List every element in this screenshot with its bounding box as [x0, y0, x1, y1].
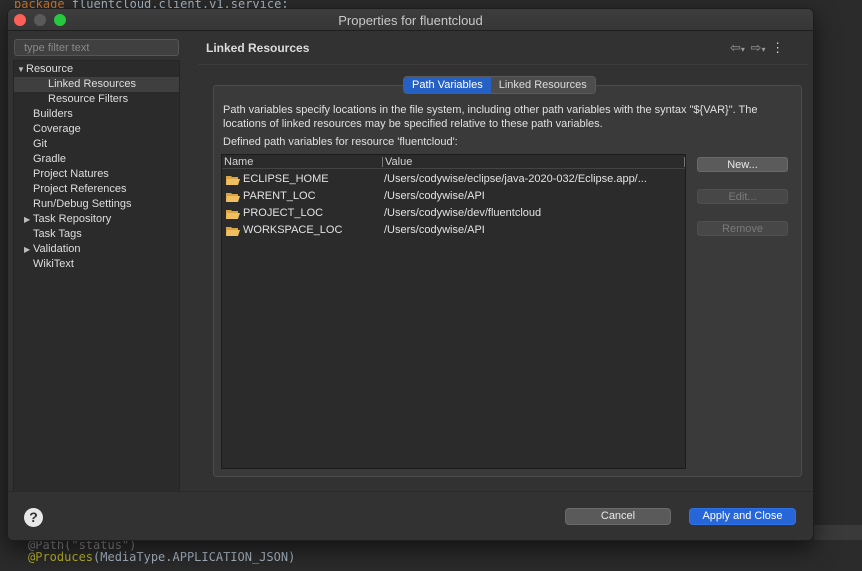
more-menu-icon[interactable]: ⋮	[771, 40, 784, 55]
tree-item-project-references[interactable]: Project References	[33, 182, 127, 197]
chevron-right-icon[interactable]: ▶	[24, 212, 33, 227]
tab-path-variables[interactable]: Path Variables	[404, 77, 491, 93]
variable-value: /Users/codywise/API	[384, 224, 485, 236]
window-title: Properties for fluentcloud	[338, 13, 483, 28]
remove-variable-button[interactable]: Remove	[697, 221, 788, 236]
folder-icon	[226, 210, 240, 219]
editor-background-right	[814, 10, 862, 525]
page-navigation: ⇦▾ ⇨▾ ⋮	[730, 40, 786, 56]
folder-icon	[226, 227, 240, 236]
table-row[interactable]: PARENT_LOC /Users/codywise/API	[222, 188, 685, 205]
tree-item-label: Project Natures	[33, 168, 109, 180]
tree-item-task-tags[interactable]: Task Tags	[33, 227, 82, 242]
table-row[interactable]: PROJECT_LOC /Users/codywise/dev/fluentcl…	[222, 205, 685, 222]
cancel-button[interactable]: Cancel	[565, 508, 671, 525]
code-line: @Produces(MediaType.APPLICATION_JSON)	[28, 550, 295, 564]
column-divider[interactable]	[382, 157, 383, 167]
tree-item-label: Coverage	[33, 123, 81, 135]
variable-value: /Users/codywise/API	[384, 190, 485, 202]
tree-item-resource[interactable]: ▼Resource	[17, 62, 73, 77]
table-row[interactable]: ECLIPSE_HOME /Users/codywise/eclipse/jav…	[222, 171, 685, 188]
properties-dialog: Properties for fluentcloud ▼Resource Lin…	[7, 8, 814, 541]
column-header-name[interactable]: Name	[224, 156, 253, 168]
help-icon[interactable]: ?	[24, 508, 43, 527]
folder-icon	[226, 193, 240, 202]
filter-input[interactable]	[14, 39, 179, 56]
new-variable-button[interactable]: New...	[697, 157, 788, 172]
tree-item-label: Task Repository	[33, 213, 112, 225]
editor-background-bottom: @Path("status") @Produces(MediaType.APPL…	[0, 538, 862, 571]
code-text: (MediaType.APPLICATION_JSON)	[93, 550, 296, 564]
tree-item-label: Gradle	[33, 153, 67, 165]
tree-item-resource-filters[interactable]: Resource Filters	[48, 92, 128, 107]
tree-item-label: Task Tags	[33, 228, 82, 240]
tree-item-run-debug-settings[interactable]: Run/Debug Settings	[33, 197, 131, 212]
chevron-right-icon[interactable]: ▶	[24, 242, 33, 257]
tree-item-label: Git	[33, 138, 48, 150]
tree-item-task-repository[interactable]: ▶ Task Repository	[24, 212, 111, 227]
tree-item-label: Resource	[26, 63, 74, 75]
tree-item-git[interactable]: Git	[33, 137, 47, 152]
tree-item-coverage[interactable]: Coverage	[33, 122, 81, 137]
edit-variable-button[interactable]: Edit...	[697, 189, 788, 204]
tree-item-label: WikiText	[33, 258, 74, 270]
column-header-value[interactable]: Value	[385, 156, 412, 168]
variable-name: PARENT_LOC	[243, 190, 316, 202]
defined-variables-label: Defined path variables for resource 'flu…	[223, 136, 458, 148]
table-row[interactable]: WORKSPACE_LOC /Users/codywise/API	[222, 222, 685, 239]
path-variables-table: Name Value ECLIPSE_HOME /Users/codywise/…	[221, 154, 686, 469]
variable-value: /Users/codywise/dev/fluentcloud	[384, 207, 542, 219]
tab-linked-resources[interactable]: Linked Resources	[490, 77, 595, 93]
tree-item-validation[interactable]: ▶ Validation	[24, 242, 81, 257]
description-text: Path variables specify locations in the …	[223, 104, 758, 130]
folder-icon	[226, 176, 240, 185]
preference-tree: ▼Resource Linked Resources Resource Filt…	[13, 60, 180, 492]
tree-item-label: Builders	[33, 108, 73, 120]
back-arrow-icon[interactable]: ⇦▾	[730, 40, 745, 55]
apply-and-close-button[interactable]: Apply and Close	[689, 508, 796, 525]
forward-arrow-icon[interactable]: ⇨▾	[751, 40, 766, 55]
tab-bar: Path Variables Linked Resources	[403, 76, 596, 94]
divider	[198, 64, 808, 65]
tree-item-linked-resources[interactable]: Linked Resources	[14, 77, 179, 92]
variable-value: /Users/codywise/eclipse/java-2020-032/Ec…	[384, 173, 647, 185]
tree-item-wikitext[interactable]: WikiText	[33, 257, 74, 272]
tree-item-label: Project References	[33, 183, 127, 195]
tree-item-label: Resource Filters	[48, 93, 129, 105]
code-annotation: @Produces	[28, 550, 94, 564]
tree-item-label: Validation	[33, 243, 81, 255]
tree-item-project-natures[interactable]: Project Natures	[33, 167, 109, 182]
table-header: Name Value	[222, 155, 685, 169]
page-title: Linked Resources	[206, 41, 310, 55]
variable-name: WORKSPACE_LOC	[243, 224, 343, 236]
chevron-down-icon[interactable]: ▼	[17, 62, 26, 77]
title-bar: Properties for fluentcloud	[8, 9, 813, 31]
tree-item-builders[interactable]: Builders	[33, 107, 73, 122]
tree-item-label: Linked Resources	[48, 78, 137, 90]
variable-name: ECLIPSE_HOME	[243, 173, 329, 185]
column-divider[interactable]	[684, 157, 685, 167]
tree-item-label: Run/Debug Settings	[33, 198, 132, 210]
variable-name: PROJECT_LOC	[243, 207, 324, 219]
tree-item-gradle[interactable]: Gradle	[33, 152, 66, 167]
